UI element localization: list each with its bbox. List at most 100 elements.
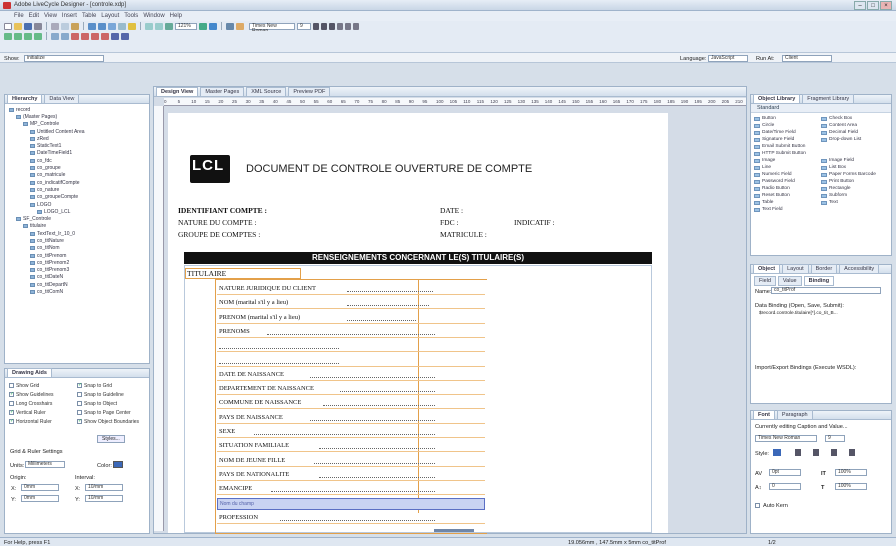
checkbox[interactable]: ✓ — [77, 383, 82, 388]
tree-item[interactable]: LOGO — [9, 201, 149, 208]
library-item[interactable]: Radio Button — [754, 185, 821, 192]
form-field[interactable]: PRENOM (marital s'il y a lieu) — [217, 312, 485, 324]
library-item[interactable]: HTTP Submit Button — [754, 150, 821, 157]
align-center-icon[interactable] — [345, 22, 351, 30]
library-item[interactable]: Paper Forms Barcode — [821, 171, 888, 178]
copy-icon[interactable] — [61, 22, 69, 30]
bold-icon[interactable] — [313, 22, 319, 30]
form-field[interactable] — [217, 340, 485, 353]
form-field[interactable]: PROFESSION — [217, 512, 485, 524]
layout-icon[interactable] — [145, 22, 153, 30]
drawing-aid-option[interactable]: ✓ Snap to Grid — [77, 381, 145, 390]
library-item[interactable]: Image Field — [821, 157, 888, 164]
drawing-aid-option[interactable]: Show Grid — [9, 381, 77, 390]
tab-font[interactable]: Font — [753, 410, 775, 419]
drawing-aid-option[interactable]: ✓ Show Object Boundaries — [77, 417, 145, 426]
tab-border[interactable]: Border — [810, 264, 838, 273]
menu-window[interactable]: Window — [143, 13, 164, 19]
drawing-aid-option[interactable]: ✓ Vertical Ruler — [9, 408, 77, 417]
align-left-icon[interactable] — [337, 22, 343, 30]
tab-object-library[interactable]: Object Library — [753, 94, 801, 103]
vertical-scale-input[interactable]: 100% — [835, 469, 867, 476]
checkbox[interactable]: ✓ — [9, 392, 14, 397]
tree-item[interactable]: co_titPrenom3 — [9, 267, 149, 274]
zoom-in-icon[interactable] — [199, 22, 207, 30]
backward-icon[interactable] — [101, 32, 109, 40]
checkbox[interactable]: ✓ — [9, 419, 14, 424]
underline-icon[interactable] — [329, 22, 335, 30]
interval-x-input[interactable]: 10/mm — [85, 484, 123, 491]
drawing-aid-option[interactable]: Snap to Object — [77, 399, 145, 408]
tree-item[interactable]: co_groupeCompte — [9, 194, 149, 201]
horizontal-scale-input[interactable]: 100% — [835, 483, 867, 490]
menu-insert[interactable]: Insert — [62, 13, 77, 19]
library-item[interactable]: Print Button — [821, 178, 888, 185]
tab-layout[interactable]: Layout — [782, 264, 809, 273]
drawing-aid-option[interactable]: Long Crosshairs — [9, 399, 77, 408]
interval-y-input[interactable]: 10/mm — [85, 495, 123, 502]
hand-icon[interactable] — [236, 22, 244, 30]
group-icon[interactable] — [51, 32, 59, 40]
tree-item[interactable]: co_indicatifCompte — [9, 179, 149, 186]
name-input[interactable]: co_titProf — [771, 287, 881, 294]
library-item[interactable]: Text Field — [754, 206, 821, 213]
checkbox[interactable] — [77, 410, 82, 415]
tree-item[interactable]: (Master Pages) — [9, 113, 149, 120]
baseline-input[interactable]: 0 — [769, 483, 801, 490]
font-size-panel-select[interactable]: 9 — [825, 435, 845, 442]
origin-y-input[interactable]: 0mm — [21, 495, 59, 502]
tree-item[interactable]: co_titPrenom — [9, 252, 149, 259]
library-item[interactable]: Subform — [821, 192, 888, 199]
italic-icon[interactable] — [321, 22, 327, 30]
currently-editing-label[interactable]: Currently editing Caption and Value... — [755, 424, 848, 430]
tab-object[interactable]: Object — [753, 264, 781, 273]
subtab-value[interactable]: Value — [777, 276, 802, 286]
form-field[interactable] — [217, 355, 485, 367]
checkbox[interactable] — [77, 401, 82, 406]
tab-fragment-library[interactable]: Fragment Library — [802, 94, 855, 103]
tree-item[interactable]: co_titDepartN — [9, 281, 149, 288]
menu-edit[interactable]: Edit — [29, 13, 39, 19]
library-item[interactable]: Content Area — [821, 122, 888, 129]
font-select[interactable]: Times New Roman — [249, 22, 295, 33]
drawing-aid-option[interactable]: ✓ Horizontal Ruler — [9, 417, 77, 426]
new-icon[interactable] — [4, 22, 12, 30]
table-icon[interactable] — [108, 22, 116, 30]
form-field[interactable]: NOM (marital s'il y a lieu) — [217, 297, 485, 310]
library-item[interactable]: Line — [754, 164, 821, 171]
tree-item[interactable]: Untitled Content Area — [9, 128, 149, 135]
form-field[interactable]: PRENOMS — [217, 326, 485, 338]
tree-item[interactable]: DateTimeField1 — [9, 150, 149, 157]
align-icon[interactable] — [155, 22, 163, 30]
form-field[interactable]: EMANCIPE — [217, 483, 485, 496]
minimize-button[interactable]: – — [854, 1, 866, 10]
split-icon[interactable] — [121, 32, 129, 40]
ungroup-icon[interactable] — [61, 32, 69, 40]
library-item[interactable]: Decimal Field — [821, 129, 888, 136]
size-icon[interactable] — [34, 32, 42, 40]
library-item[interactable]: Button — [754, 115, 821, 122]
paste-icon[interactable] — [71, 22, 79, 30]
library-item[interactable]: Image — [754, 157, 821, 164]
redo-icon[interactable] — [98, 22, 106, 30]
menu-layout[interactable]: Layout — [101, 13, 119, 19]
tree-item[interactable]: titulaire — [9, 223, 149, 230]
tab-paragraph[interactable]: Paragraph — [776, 410, 813, 419]
units-select[interactable]: Millimeters — [25, 461, 65, 468]
close-button[interactable]: × — [880, 1, 892, 10]
tree-item[interactable]: co_nature — [9, 186, 149, 193]
tree-item[interactable]: co_titDateN — [9, 274, 149, 281]
color-swatch[interactable] — [113, 461, 123, 468]
tab-preview-pdf[interactable]: Preview PDF — [288, 87, 331, 96]
front-icon[interactable] — [71, 32, 79, 40]
maximize-button[interactable]: □ — [867, 1, 879, 10]
selected-field[interactable]: Nom du champ — [217, 497, 485, 510]
kern-input[interactable]: 0pt — [769, 469, 801, 476]
undo-icon[interactable] — [88, 22, 96, 30]
zoom-select[interactable]: 121% — [175, 22, 197, 30]
library-item[interactable]: Signature Field — [754, 136, 821, 143]
tree-item[interactable]: StaticText1 — [9, 142, 149, 149]
form-field[interactable]: SEXE — [217, 426, 485, 438]
checkbox[interactable] — [77, 392, 82, 397]
form-field[interactable]: PAYS DE NATIONALITE — [217, 469, 485, 481]
